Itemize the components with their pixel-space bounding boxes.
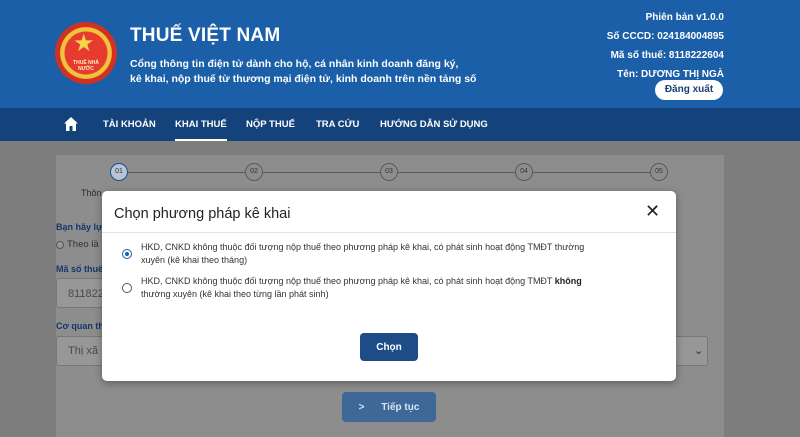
step-connector: [263, 172, 380, 173]
option-per-occurrence-radio[interactable]: [122, 283, 132, 293]
bg-radio: [56, 241, 64, 249]
step-connector: [398, 172, 515, 173]
option-per-occurrence-line1: HKD, CNKD không thuộc đối tượng nộp thuế…: [141, 276, 582, 286]
chevron-right-icon: >: [358, 401, 365, 413]
nav-item-lookup[interactable]: TRA CỨU: [316, 108, 359, 141]
user-info: Phiên bản v1.0.0 Số CCCD: 024184004895 M…: [607, 8, 724, 84]
cccd-text: Số CCCD: 024184004895: [606, 31, 724, 42]
option-monthly-line1: HKD, CNKD không thuộc đối tượng nộp thuế…: [141, 242, 585, 252]
option-per-occurrence-text[interactable]: HKD, CNKD không thuộc đối tượng nộp thuế…: [141, 275, 661, 300]
option-monthly-line2: xuyên (kê khai theo tháng): [141, 254, 248, 265]
next-button: > Tiếp tục: [342, 392, 436, 422]
option-monthly-radio[interactable]: [122, 249, 132, 259]
brand-subtitle: Cổng thông tin điện tử dành cho hộ, cá n…: [130, 57, 510, 87]
brand-title: THUẾ VIỆT NAM: [130, 25, 281, 46]
step-1-caption: Thôn: [81, 188, 102, 198]
step-4: 04: [515, 163, 533, 181]
modal-title: Chọn phương pháp kê khai: [114, 206, 291, 222]
tax-emblem-logo: ★ THUẾ NHÀ NƯỚC: [55, 22, 117, 84]
close-icon[interactable]: ✕: [645, 202, 663, 220]
step-3: 03: [380, 163, 398, 181]
nav-item-user-guide[interactable]: HƯỚNG DẪN SỬ DỤNG: [380, 108, 488, 141]
modal-divider: [102, 232, 676, 233]
nav-item-pay-tax[interactable]: NỘP THUẾ: [246, 108, 295, 141]
logo-text: THUẾ NHÀ NƯỚC: [73, 60, 99, 72]
agency-value: Thị xã: [68, 345, 98, 357]
option-per-occurrence-line2: thường xuyên (kê khai theo từng lần phát…: [141, 288, 329, 299]
home-icon[interactable]: [62, 115, 80, 133]
logout-button[interactable]: Đăng xuất: [655, 80, 723, 100]
step-connector: [128, 172, 245, 173]
choose-method-label: Bạn hãy lự: [56, 222, 103, 232]
chevron-down-icon: ⌄: [694, 345, 704, 357]
header: ★ THUẾ NHÀ NƯỚC THUẾ VIỆT NAM Cổng thông…: [0, 0, 800, 108]
step-1: 01: [110, 163, 128, 181]
tax-code-label: Mã số thuế: [56, 264, 104, 274]
option-monthly-text[interactable]: HKD, CNKD không thuộc đối tượng nộp thuế…: [141, 241, 661, 266]
version-text: Phiên bản v1.0.0: [645, 12, 724, 23]
declaration-method-modal: Chọn phương pháp kê khai ✕ HKD, CNKD khô…: [102, 191, 676, 381]
next-button-label: Tiếp tục: [381, 401, 420, 413]
star-icon: ★: [73, 30, 95, 57]
choose-button[interactable]: Chọn: [360, 333, 418, 361]
brand-subtitle-line2: kê khai, nộp thuế từ thương mại điện tử,…: [130, 73, 477, 85]
brand-subtitle-line1: Cổng thông tin điện tử dành cho hộ, cá n…: [130, 58, 459, 70]
agency-label: Cơ quan th: [56, 321, 104, 331]
tax-code-text: Mã số thuế: 8118222604: [610, 50, 724, 61]
main-nav: TÀI KHOẢN KHAI THUẾ NỘP THUẾ TRA CỨU HƯỚ…: [0, 108, 800, 141]
nav-item-account[interactable]: TÀI KHOẢN: [103, 108, 156, 141]
bg-radio-text: Theo lầ: [67, 239, 99, 250]
nav-item-declare-tax[interactable]: KHAI THUẾ: [175, 108, 227, 141]
tax-code-value: 811822: [68, 288, 104, 300]
step-connector: [533, 172, 650, 173]
step-5: 05: [650, 163, 668, 181]
step-2: 02: [245, 163, 263, 181]
